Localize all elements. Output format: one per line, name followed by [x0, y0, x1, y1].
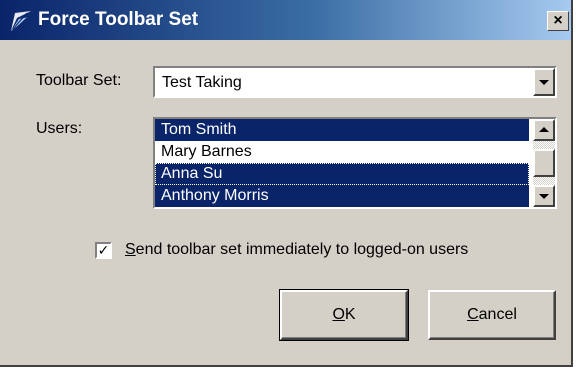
close-button[interactable]: × — [547, 11, 569, 31]
chevron-down-icon — [539, 80, 549, 85]
scroll-down-button[interactable] — [533, 185, 555, 207]
send-mnemonic: S — [125, 241, 136, 258]
list-item-user[interactable]: Anna Su — [155, 163, 529, 185]
list-item-user[interactable]: Tom Smith — [155, 119, 529, 141]
send-immediately-label[interactable]: Send toolbar set immediately to logged-o… — [125, 240, 468, 260]
toolbar-app-icon — [9, 9, 33, 33]
scroll-up-button[interactable] — [533, 119, 555, 141]
users-list: Tom Smith Mary Barnes Anna Su Anthony Mo… — [155, 119, 529, 207]
dropdown-button[interactable] — [533, 68, 555, 96]
send-label-text: end toolbar set immediately to logged-on… — [135, 241, 469, 258]
list-item-user[interactable]: Anthony Morris — [155, 185, 529, 207]
arrow-down-icon — [539, 194, 549, 199]
ok-label-rest: K — [344, 306, 356, 323]
scroll-thumb[interactable] — [533, 149, 555, 177]
toolbar-set-label: Toolbar Set: — [36, 72, 122, 89]
cancel-mnemonic: C — [467, 306, 479, 323]
cancel-label-rest: ancel — [478, 306, 517, 323]
close-icon: × — [553, 12, 563, 29]
arrow-up-icon — [539, 127, 549, 132]
users-label: Users: — [36, 120, 83, 137]
users-scrollbar[interactable] — [533, 119, 555, 207]
ok-button[interactable]: OK — [279, 289, 409, 341]
check-mark-icon: ✓ — [97, 242, 110, 258]
send-immediately-checkbox[interactable]: ✓ — [95, 242, 112, 259]
toolbar-set-value: Test Taking — [162, 74, 242, 91]
title-bar[interactable]: Force Toolbar Set × — [0, 0, 571, 40]
toolbar-set-dropdown[interactable]: Test Taking — [153, 66, 557, 98]
force-toolbar-set-dialog: Force Toolbar Set × Toolbar Set: Test Ta… — [0, 0, 573, 367]
list-item-user[interactable]: Mary Barnes — [155, 141, 529, 163]
dialog-title: Force Toolbar Set — [38, 9, 199, 30]
cancel-button[interactable]: Cancel — [428, 290, 556, 340]
ok-mnemonic: O — [332, 306, 345, 323]
users-listbox[interactable]: Tom Smith Mary Barnes Anna Su Anthony Mo… — [153, 117, 557, 209]
